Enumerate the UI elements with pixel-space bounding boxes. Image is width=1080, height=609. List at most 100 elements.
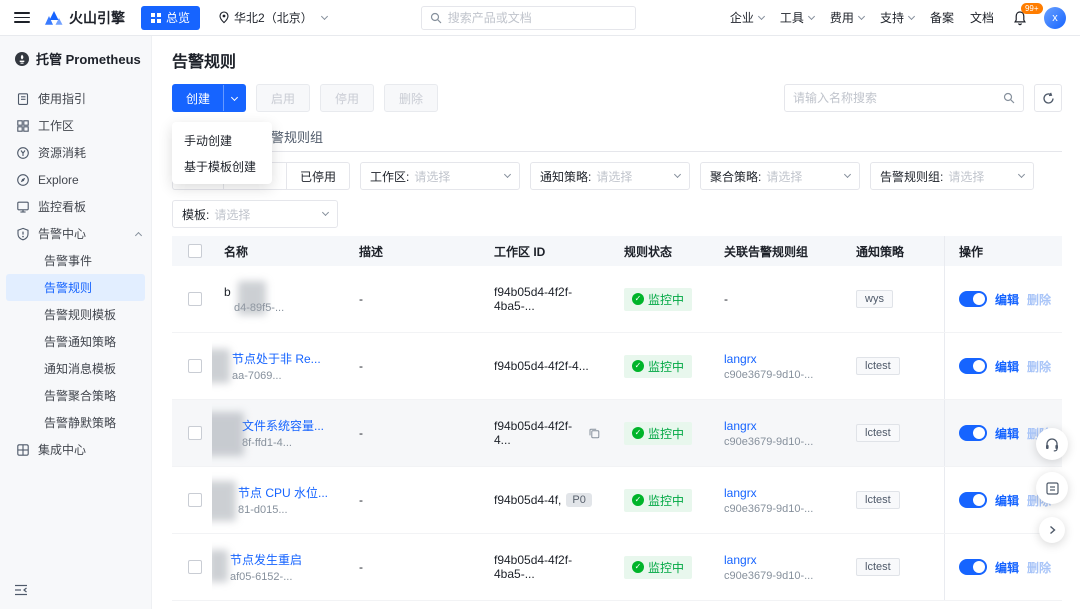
guide-icon <box>16 92 30 106</box>
table-row: 文件系统容量... 8f-ffd1-4... - f94b05d4-4f2f-4… <box>172 400 1062 467</box>
nav-billing[interactable]: 费用 <box>830 9 865 26</box>
search-icon[interactable] <box>1003 92 1015 104</box>
sidebar-item-label: 告警中心 <box>38 227 87 241</box>
row-checkbox[interactable] <box>188 292 202 306</box>
table-search-input[interactable] <box>793 91 1003 105</box>
nav-tools[interactable]: 工具 <box>780 9 815 26</box>
policy-tag: lctest <box>856 558 900 576</box>
template-select[interactable]: 模板: 请选择 <box>172 200 338 228</box>
edit-link[interactable]: 编辑 <box>995 492 1019 509</box>
nav-enterprise[interactable]: 企业 <box>730 9 765 26</box>
edit-link[interactable]: 编辑 <box>995 291 1019 308</box>
check-icon: ✓ <box>632 494 644 506</box>
chevron-down-icon <box>504 170 512 179</box>
delete-link[interactable]: 删除 <box>1027 291 1051 308</box>
notification-bell[interactable]: 99+ <box>1012 2 1043 26</box>
nav-docs[interactable]: 文档 <box>970 9 994 26</box>
sidebar-item-notify-policies[interactable]: 告警通知策略 <box>6 328 145 355</box>
rule-name-link[interactable]: 节点发生重启 <box>230 553 302 567</box>
enable-button[interactable]: 启用 <box>256 84 311 112</box>
rule-group-id: c90e3679-9d10-... <box>724 435 814 448</box>
rule-enabled-toggle[interactable] <box>959 492 987 508</box>
sidebar-item-silence-policies[interactable]: 告警静默策略 <box>6 409 145 436</box>
chevron-down-icon <box>1018 170 1026 179</box>
global-search[interactable] <box>420 5 636 30</box>
edit-link[interactable]: 编辑 <box>995 559 1019 576</box>
nav-support[interactable]: 支持 <box>880 9 915 26</box>
delete-link[interactable]: 删除 <box>1027 358 1051 375</box>
rule-enabled-toggle[interactable] <box>959 559 987 575</box>
rule-group-link[interactable]: langrx <box>724 553 757 567</box>
row-checkbox[interactable] <box>188 560 202 574</box>
headset-icon <box>1046 438 1058 452</box>
collapse-sidebar-button[interactable] <box>14 584 28 599</box>
sidebar-item-resource-usage[interactable]: 资源消耗 <box>0 139 151 166</box>
aggregation-policy-select[interactable]: 聚合策略: 请选择 <box>700 162 861 190</box>
rule-group-link[interactable]: langrx <box>724 352 757 366</box>
tabs: 告警规则 告警规则组 <box>172 120 1062 152</box>
sidebar-item-workspace[interactable]: 工作区 <box>0 112 151 139</box>
table-row: b d4-89f5-... - f94b05d4-4f2f-4ba5-... ✓… <box>172 266 1062 333</box>
rule-group-link[interactable]: langrx <box>724 419 757 433</box>
feedback-button[interactable] <box>1036 472 1068 504</box>
redaction-blur <box>212 481 236 521</box>
avatar[interactable]: x <box>1043 6 1066 29</box>
rule-group-link[interactable]: langrx <box>724 486 757 500</box>
segment-stopped[interactable]: 已停用 <box>287 162 351 190</box>
chevron-down-icon <box>857 12 865 20</box>
menu-item-manual-create[interactable]: 手动创建 <box>172 127 272 153</box>
row-checkbox[interactable] <box>188 359 202 373</box>
sidebar-item-dashboards[interactable]: 监控看板 <box>0 193 151 220</box>
rule-group-select[interactable]: 告警规则组: 请选择 <box>870 162 1035 190</box>
sidebar-item-integration-center[interactable]: 集成中心 <box>0 436 151 463</box>
sidebar-item-notify-templates[interactable]: 通知消息模板 <box>6 355 145 382</box>
refresh-button[interactable] <box>1034 84 1062 112</box>
rule-name-link[interactable]: 文件系统容量... <box>242 419 324 433</box>
brand-logo[interactable]: 火山引擎 <box>44 8 125 28</box>
region-selector[interactable]: 华北2（北京） <box>218 9 328 26</box>
collapse-panel-button[interactable] <box>1039 517 1065 543</box>
edit-link[interactable]: 编辑 <box>995 358 1019 375</box>
sidebar-item-label: 资源消耗 <box>38 146 87 160</box>
redaction-blur <box>212 412 244 456</box>
check-icon: ✓ <box>632 360 644 372</box>
chevron-down-icon <box>807 12 815 20</box>
global-search-input[interactable] <box>447 10 627 25</box>
create-button[interactable]: 创建 <box>172 84 247 112</box>
sidebar-item-explore[interactable]: Explore <box>0 166 151 193</box>
row-checkbox[interactable] <box>188 493 202 507</box>
nav-icp[interactable]: 备案 <box>930 9 954 26</box>
menu-item-template-create[interactable]: 基于模板创建 <box>172 153 272 179</box>
select-all-checkbox[interactable] <box>188 244 202 258</box>
rule-name-link[interactable]: 节点处于非 Re... <box>232 352 321 366</box>
support-button[interactable] <box>1036 428 1068 460</box>
status-badge: ✓ 监控中 <box>624 354 693 378</box>
rule-id: 8f-ffd1-4... <box>242 437 292 449</box>
delete-link[interactable]: 删除 <box>1027 559 1051 576</box>
rule-enabled-toggle[interactable] <box>959 291 987 307</box>
rule-enabled-toggle[interactable] <box>959 425 987 441</box>
sidebar-item-aggregation-policies[interactable]: 告警聚合策略 <box>6 382 145 409</box>
notify-policy-select[interactable]: 通知策略: 请选择 <box>530 162 691 190</box>
table-search[interactable] <box>784 84 1024 112</box>
sidebar-item-label: 监控看板 <box>38 200 87 214</box>
row-checkbox[interactable] <box>188 426 202 440</box>
col-notify-policy: 通知策略 <box>856 244 905 259</box>
sidebar-item-guide[interactable]: 使用指引 <box>0 85 151 112</box>
sidebar-item-alert-center[interactable]: 告警中心 <box>0 220 151 247</box>
overview-button[interactable]: 总览 <box>141 5 201 30</box>
workspace-select[interactable]: 工作区: 请选择 <box>360 162 521 190</box>
copy-icon[interactable] <box>588 427 600 439</box>
sidebar-item-alert-rule-templates[interactable]: 告警规则模板 <box>6 301 145 328</box>
sidebar-item-alert-events[interactable]: 告警事件 <box>6 247 145 274</box>
sidebar-item-alert-rules[interactable]: 告警规则 <box>6 274 145 301</box>
rule-enabled-toggle[interactable] <box>959 358 987 374</box>
notification-badge: 99+ <box>1020 2 1043 15</box>
edit-link[interactable]: 编辑 <box>995 425 1019 442</box>
rule-name-link[interactable]: 节点 CPU 水位... <box>238 486 328 500</box>
status-badge: ✓ 监控中 <box>624 287 693 311</box>
menu-icon[interactable] <box>14 12 30 23</box>
delete-button[interactable]: 删除 <box>384 84 439 112</box>
disable-button[interactable]: 停用 <box>320 84 375 112</box>
create-dropdown-arrow[interactable] <box>223 85 245 111</box>
